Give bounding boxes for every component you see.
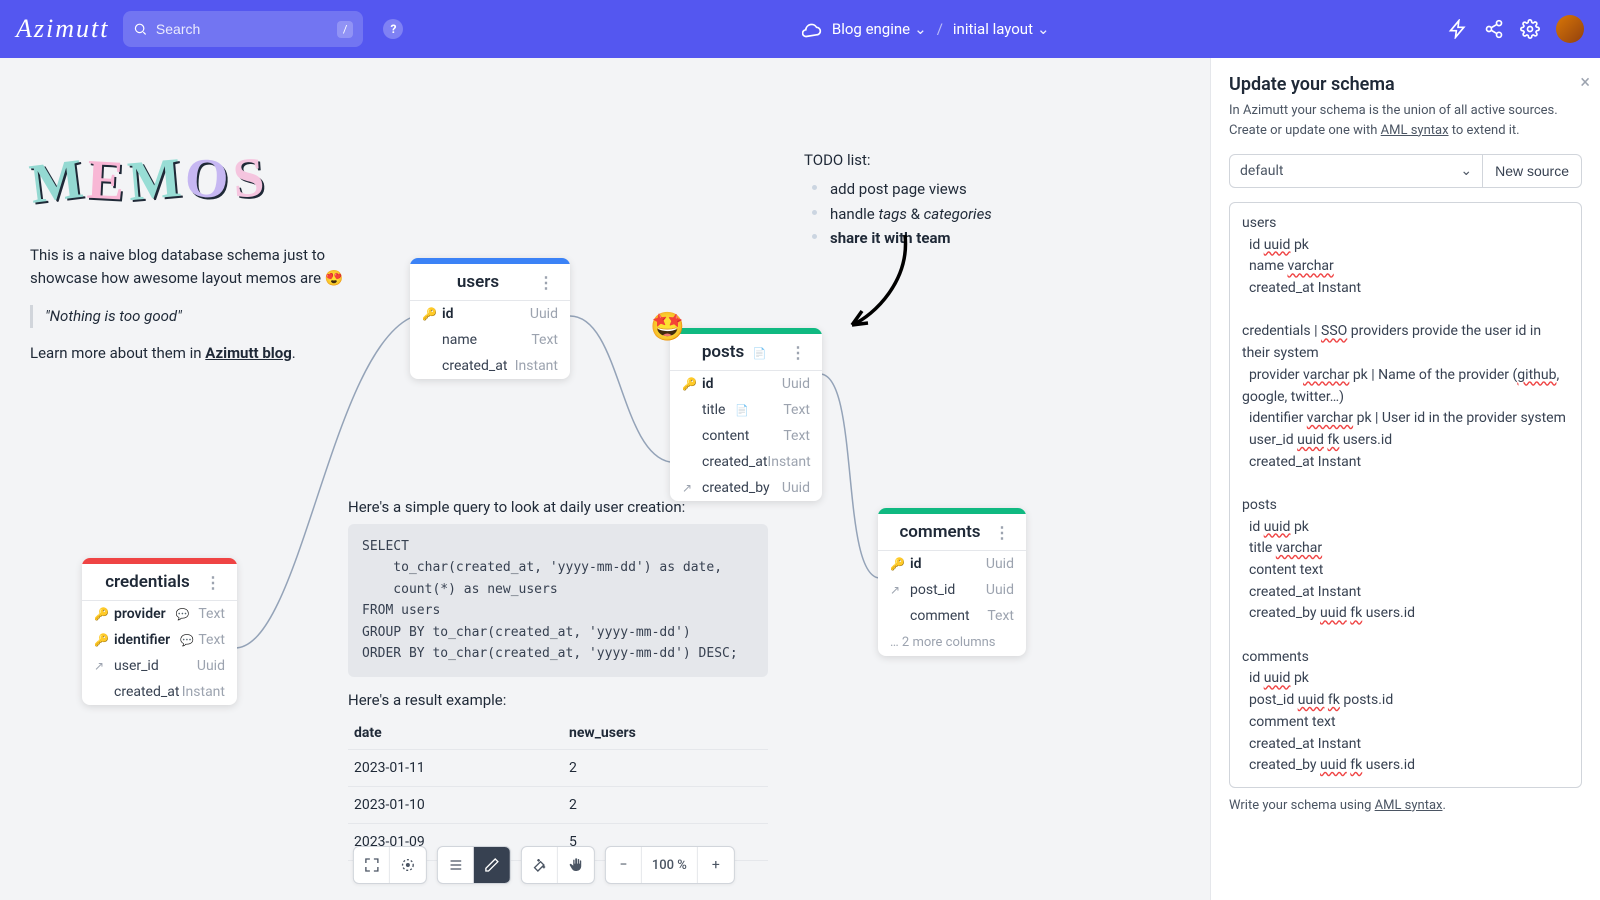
sidebar: × Update your schema In Azimutt your sch… [1210,58,1600,900]
table-users[interactable]: users⋮🔑idUuidnameTextcreated_atInstant [410,258,570,379]
magic-button[interactable] [522,847,558,883]
avatar[interactable] [1556,15,1584,43]
arrow-icon [840,230,920,340]
fullscreen-button[interactable] [354,847,390,883]
table-row[interactable]: 🔑provider 💬Text [82,601,237,627]
table-row[interactable]: contentText [670,423,822,449]
chevron-down-icon: ⌄ [1460,163,1472,179]
table-credentials[interactable]: credentials⋮🔑provider 💬Text🔑identifier 💬… [82,558,237,705]
table-menu[interactable]: ⋮ [201,573,225,592]
new-source-button[interactable]: New source [1483,154,1582,188]
gear-icon[interactable] [1520,19,1540,39]
breadcrumb: Blog engine⌄ / initial layout⌄ [417,19,1434,39]
share-icon[interactable] [1484,19,1504,39]
sidebar-footer: Write your schema using AML syntax. [1229,798,1582,813]
topbar: Azimutt / ? Blog engine⌄ / initial layou… [0,0,1600,58]
search-input-wrap[interactable]: / [123,11,363,47]
aml-link[interactable]: AML syntax [1381,123,1449,138]
schema-textarea[interactable]: users id uuid pk name varchar created_at… [1229,202,1582,788]
zoom-level[interactable]: 100 % [642,847,698,883]
query-memo: Here's a simple query to look at daily u… [348,498,768,861]
table-posts[interactable]: posts 📄⋮🔑idUuidtitle 📄TextcontentTextcre… [670,328,822,501]
sidebar-desc: In Azimutt your schema is the union of a… [1229,101,1582,140]
more-columns[interactable]: … 2 more columns [878,629,1026,656]
help-icon[interactable]: ? [383,19,403,39]
table-row[interactable]: title 📄Text [670,397,822,423]
project-dropdown[interactable]: Blog engine⌄ [832,20,927,38]
canvas-toolbar: − 100 % + [353,846,735,884]
topbar-actions [1448,15,1584,43]
cloud-icon [802,19,822,39]
table-menu[interactable]: ⋮ [990,523,1014,542]
table-row[interactable]: 🔑idUuid [670,371,822,397]
table-row[interactable]: ↗user_idUuid [82,653,237,679]
source-select[interactable]: default⌄ [1229,154,1483,188]
list-button[interactable] [438,847,474,883]
search-icon [133,21,147,37]
aml-link-2[interactable]: AML syntax [1375,798,1443,813]
table-row[interactable]: created_atInstant [410,353,570,379]
table-row[interactable]: created_atInstant [82,679,237,705]
result-table: datenew_users 2023-01-1122023-01-1022023… [348,717,768,861]
blog-link[interactable]: Azimutt blog [205,344,291,362]
table-row[interactable]: ↗post_idUuid [878,577,1026,603]
table-menu[interactable]: ⋮ [786,343,810,362]
edit-button[interactable] [474,847,510,883]
layout-dropdown[interactable]: initial layout⌄ [953,20,1050,38]
canvas[interactable]: MEMOS This is a naive blog database sche… [0,58,1210,900]
table-row[interactable]: 🔑idUuid [878,551,1026,577]
emoji-star: 🤩 [650,310,685,343]
fit-button[interactable] [390,847,426,883]
search-input[interactable] [156,21,337,37]
hand-button[interactable] [558,847,594,883]
bolt-icon[interactable] [1448,19,1468,39]
search-kbd: / [337,21,354,38]
intro-memo: This is a naive blog database schema jus… [30,244,360,365]
table-row[interactable]: 🔑identifier 💬Text [82,627,237,653]
table-row[interactable]: nameText [410,327,570,353]
zoom-in-button[interactable]: + [698,847,734,883]
table-comments[interactable]: comments⋮🔑idUuid↗post_idUuidcommentText…… [878,508,1026,656]
close-icon[interactable]: × [1580,72,1590,93]
zoom-out-button[interactable]: − [606,847,642,883]
memos-title: MEMOS [29,146,268,214]
sql-code: SELECT to_char(created_at, 'yyyy-mm-dd')… [348,524,768,677]
table-row[interactable]: created_atInstant [670,449,822,475]
table-menu[interactable]: ⋮ [534,273,558,292]
sidebar-title: Update your schema [1229,74,1582,95]
logo: Azimutt [16,14,109,44]
table-row[interactable]: commentText [878,603,1026,629]
table-row[interactable]: 🔑idUuid [410,301,570,327]
